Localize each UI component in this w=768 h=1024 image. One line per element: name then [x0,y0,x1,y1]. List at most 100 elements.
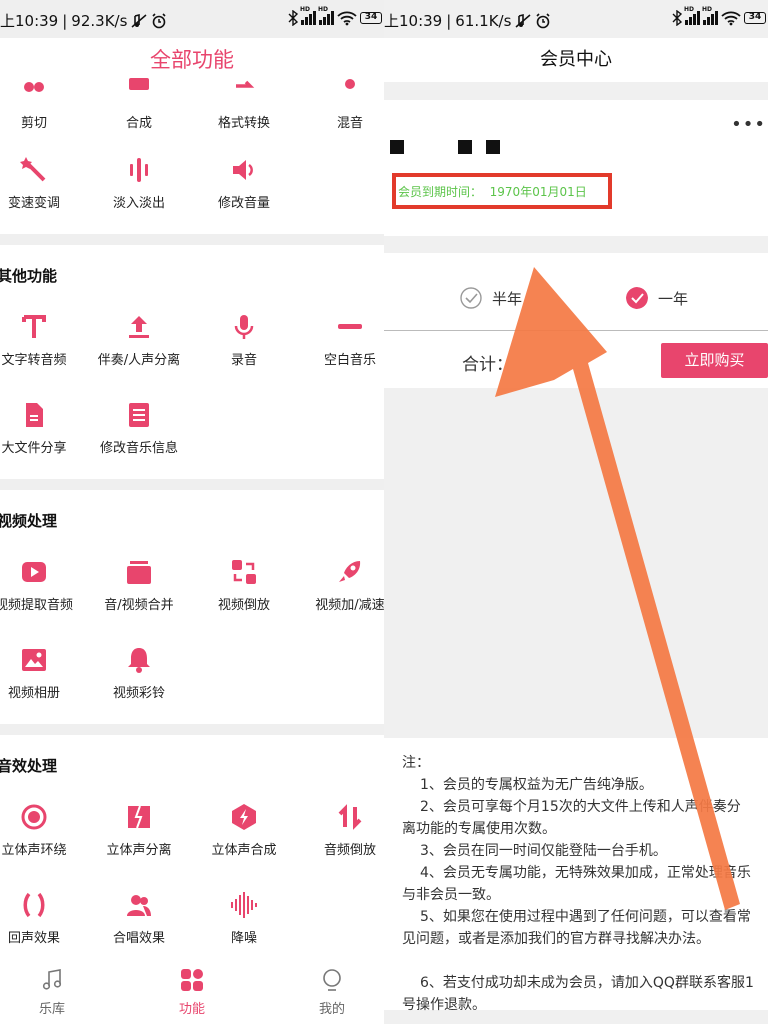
radio-unchecked-icon [460,287,482,309]
stack-icon [127,561,151,584]
total-label: 合计： [462,355,513,375]
feature-video-ringtone[interactable]: 视频彩铃 [91,646,187,726]
note-item: 2、会员可享每个月15次的大文件上传和人声伴奏分离功能的专属使用次数。 [402,799,741,837]
audio-tools-card: 剪切 合成 格式转换 混音 变速变调 淡入淡出 修改音量 [0,78,384,236]
surround-icon [21,804,47,830]
magic-wand-icon [20,157,46,182]
feature-text-to-audio[interactable]: 文字转音频 [0,313,82,393]
divider [384,330,768,331]
mix-icon [345,79,355,89]
feature-cut[interactable]: 剪切 [0,76,82,156]
status-bar: 上10:39 | 92.3K/s HD HD 34 [0,0,384,38]
people-icon [127,895,151,916]
feature-video-reverse[interactable]: 视频倒放 [196,558,292,638]
feature-vocal-separation[interactable]: 伴奏/人声分离 [91,313,187,393]
feature-stereo-split[interactable]: 立体声分离 [91,803,187,883]
feature-speed-pitch[interactable]: 变速变调 [0,156,82,236]
alarm-icon [152,12,166,28]
microphone-icon [234,315,254,339]
battery-icon: 34 [360,12,382,24]
feature-surround[interactable]: 立体声环绕 [0,803,82,883]
feature-record[interactable]: 录音 [196,313,292,393]
feature-merge[interactable]: 合成 [91,76,187,156]
masked-username-block [390,140,404,154]
soundwave-icon [231,892,257,918]
note-item: 5、如果您在使用过程中遇到了任何问题，可以查看常见问题，或者是添加我们的官方群寻… [402,909,751,947]
feature-blank-music[interactable]: 空白音乐 [302,313,384,393]
tab-profile[interactable]: 我的 [284,958,380,1024]
feature-volume[interactable]: 修改音量 [196,156,292,236]
feature-mix[interactable]: 混音 [302,76,384,156]
bell-icon [128,648,150,673]
feature-audio-reverse[interactable]: 音频倒放 [302,803,384,883]
network-speed: 61.1K/s [455,11,512,30]
other-features-card: 其他功能 文字转音频 伴奏/人声分离 录音 空白音乐 大文件分享 修改音乐信息 [0,245,384,479]
text-icon [22,315,46,338]
document-icon [129,403,149,427]
bluetooth-icon [672,10,682,26]
feature-fade[interactable]: 淡入淡出 [91,156,187,236]
plan-half-year[interactable]: 半年 [460,287,522,309]
reverse-arrows-icon [338,804,362,830]
feature-av-merge[interactable]: 音/视频合并 [91,558,187,638]
cut-icon [24,82,44,92]
more-options-icon[interactable]: ••• [731,114,766,135]
note-item: 3、会员在同一时间仅能登陆一台手机。 [420,843,667,859]
parentheses-icon [23,892,45,918]
plan-selection-card: 半年 一年 合计： 立即购买 [384,253,768,388]
volume-icon [233,160,253,180]
masked-username-block [458,140,472,154]
alarm-icon [536,12,550,28]
music-note-icon [42,969,62,990]
note-item: 6、若支付成功却未成为会员，请加入QQ群联系客服1号操作退款。 [402,975,754,1013]
waveform-icon [130,158,148,182]
note-item: 4、会员无专属功能，无特殊效果加成，正常处理音乐与非会员一致。 [402,865,751,903]
swap-icon [232,560,256,584]
feature-stereo-merge[interactable]: 立体声合成 [196,803,292,883]
masked-username-block [486,140,500,154]
radio-checked-icon [626,287,648,309]
signal-1-icon: HD [684,6,700,25]
member-center-screen: 上10:39 | 61.1K/s HD HD 34 会员中心 ••• 会员到期时… [384,0,768,1024]
mute-icon [515,13,531,28]
signal-2-icon: HD [318,6,334,25]
feature-edit-music-info[interactable]: 修改音乐信息 [91,401,187,481]
note-item: 1、会员的专属权益为无广告纯净版。 [420,777,653,793]
signal-1-icon: HD [300,6,316,25]
image-icon [22,649,46,671]
notes-card: 注： 1、会员的专属权益为无广告纯净版。 2、会员可享每个月15次的大文件上传和… [384,738,768,1013]
feature-extract-audio[interactable]: 视频提取音频 [0,558,82,638]
play-icon [22,562,46,582]
feature-large-file-share[interactable]: 大文件分享 [0,401,82,481]
member-info-card: ••• 会员到期时间： 1970年01月01日 [384,100,768,236]
buy-now-button[interactable]: 立即购买 [661,343,768,378]
section-title-other: 其他功能 [0,267,58,285]
feature-video-album[interactable]: 视频相册 [0,646,82,726]
bottom-nav: 乐库 功能 我的 [0,958,384,1024]
bluetooth-icon [288,10,298,26]
wifi-icon [337,11,357,26]
merge-icon [129,78,149,90]
section-title-effects: 音效处理 [0,757,58,775]
sound-effects-card: 音效处理 立体声环绕 立体声分离 立体声合成 音频倒放 回声效果 合唱效果 降噪 [0,735,384,958]
plan-one-year[interactable]: 一年 [626,287,688,309]
section-title-video: 视频处理 [0,512,58,530]
feature-video-speed[interactable]: 视频加/减速 [302,558,384,638]
tab-features[interactable]: 功能 [144,958,240,1024]
signal-2-icon: HD [702,6,718,25]
notes-title: 注： [402,755,430,771]
status-bar: 上10:39 | 61.1K/s HD HD 34 [384,0,768,38]
file-icon [26,403,43,427]
upload-icon [129,316,149,338]
grid-icon [181,969,203,991]
wifi-icon [721,11,741,26]
tab-library[interactable]: 乐库 [4,958,100,1024]
split-icon [128,805,150,829]
page-title: 会员中心 [384,38,768,82]
rocket-icon [339,561,361,582]
video-processing-card: 视频处理 视频提取音频 音/视频合并 视频倒放 视频加/减速 视频相册 视频彩铃 [0,490,384,724]
feature-format-convert[interactable]: 格式转换 [196,76,292,156]
status-time: 上10:39 [384,12,443,30]
profile-icon [323,969,341,991]
expire-highlight-box: 会员到期时间： 1970年01月01日 [392,173,612,209]
